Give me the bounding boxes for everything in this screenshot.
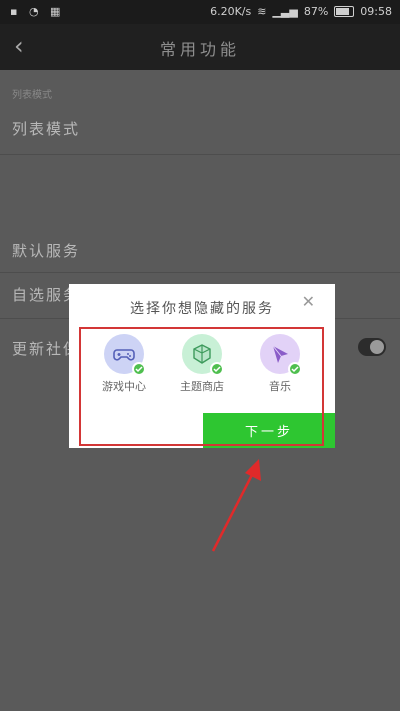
pointer-arrow-icon [211, 459, 261, 552]
next-step-button[interactable]: 下一步 [203, 413, 335, 448]
service-item-game[interactable]: 游戏中心 [89, 334, 159, 394]
service-item-theme[interactable]: 主题商店 [167, 334, 237, 394]
section-label: 列表模式 [12, 90, 52, 101]
service-label: 主题商店 [180, 380, 224, 393]
service-label: 音乐 [269, 380, 291, 393]
close-icon[interactable]: ✕ [302, 292, 315, 311]
wifi-icon: ≋ [257, 5, 267, 18]
divider [0, 272, 400, 273]
network-speed: 6.20K/s [210, 5, 252, 18]
page-title: 常用功能 [159, 40, 240, 59]
battery-icon [334, 6, 355, 17]
check-icon [288, 362, 302, 376]
check-icon [210, 362, 224, 376]
gamepad-icon [104, 334, 146, 376]
clock: 09:58 [360, 5, 392, 18]
check-icon [132, 362, 146, 376]
divider [0, 154, 400, 155]
row-list-mode[interactable]: 列表模式 [12, 118, 80, 139]
title-bar: ‹ 常用功能 [0, 24, 400, 70]
battery-percent: 87% [303, 5, 329, 18]
status-notification-icons: ▪ ◔ ▦ [10, 5, 65, 18]
hide-services-dialog: 选择你想隐藏的服务 ✕ 游戏中心 主题商店 音乐 下一步 [69, 284, 335, 448]
signal-icon: ▁▃▅ [272, 5, 298, 18]
service-label: 游戏中心 [102, 380, 146, 393]
dialog-title: 选择你想隐藏的服务 [130, 301, 274, 317]
status-bar: ▪ ◔ ▦ 6.20K/s ≋ ▁▃▅ 87% 09:58 [0, 0, 400, 24]
row-default-services[interactable]: 默认服务 [12, 240, 80, 261]
cube-icon [182, 334, 224, 376]
update-toggle[interactable] [358, 338, 386, 356]
music-icon [260, 334, 302, 376]
service-item-music[interactable]: 音乐 [245, 334, 315, 394]
